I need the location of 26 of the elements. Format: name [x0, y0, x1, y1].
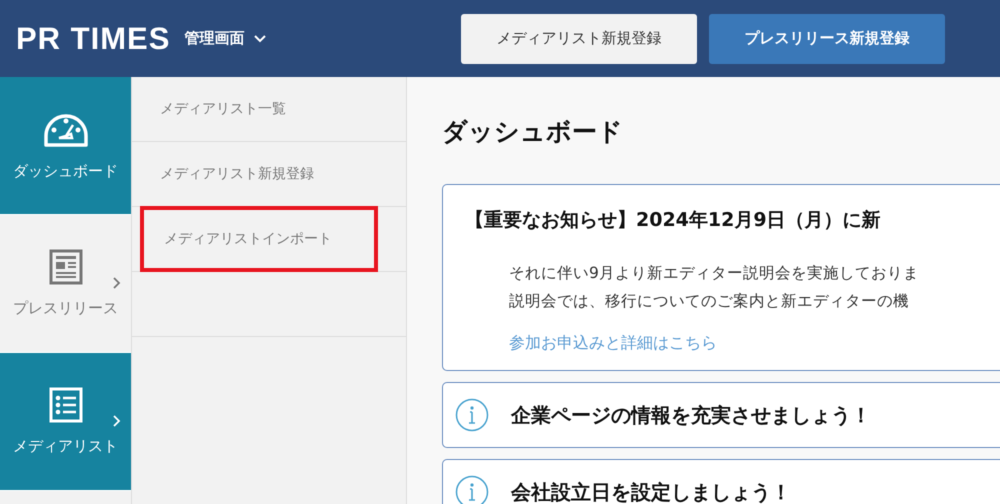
- info-icon: [455, 398, 489, 432]
- nav-item[interactable]: ダッシュボード: [0, 77, 131, 215]
- info-title: 企業ページの情報を充実させましょう！: [511, 402, 871, 428]
- notice-text: それに伴い9月より新エディター説明会を実施しておりま: [509, 263, 920, 284]
- page-title: ダッシュボード: [442, 116, 624, 148]
- submenu-item[interactable]: メディアリスト新規登録: [140, 165, 314, 183]
- info-title: 会社設立日を設定しましょう！: [511, 478, 791, 504]
- details-link[interactable]: 参加お申込みと詳細はこちら: [509, 333, 717, 354]
- newspaper-icon: [48, 249, 82, 285]
- notice-text: 説明会では、移行についてのご案内と新エディターの機: [509, 291, 910, 312]
- secondary-button[interactable]: メディアリスト新規登録: [461, 14, 697, 64]
- chevron-down-icon[interactable]: [254, 34, 266, 42]
- submenu-item[interactable]: メディアリスト一覧: [140, 100, 286, 118]
- notice-title: 【重要なお知らせ】2024年12月9日（月）に新: [465, 208, 882, 233]
- primary-button[interactable]: プレスリリース新規登録: [709, 14, 945, 64]
- nav-label: ダッシュボード: [13, 162, 118, 181]
- info-card[interactable]: 会社設立日を設定しましょう！: [442, 459, 1000, 504]
- nav-label: プレスリリース: [13, 299, 118, 318]
- info-icon: [455, 475, 489, 504]
- list-icon: [48, 387, 82, 423]
- nav-item[interactable]: メディアリスト: [0, 353, 131, 491]
- menu-label[interactable]: 管理画面: [184, 29, 244, 48]
- info-card[interactable]: 企業ページの情報を充実させましょう！: [442, 382, 1000, 448]
- logo[interactable]: PR TIMES: [16, 20, 170, 56]
- highlighted-submenu-item[interactable]: メディアリストインポート: [140, 206, 378, 272]
- nav-label: メディアリスト: [13, 437, 118, 456]
